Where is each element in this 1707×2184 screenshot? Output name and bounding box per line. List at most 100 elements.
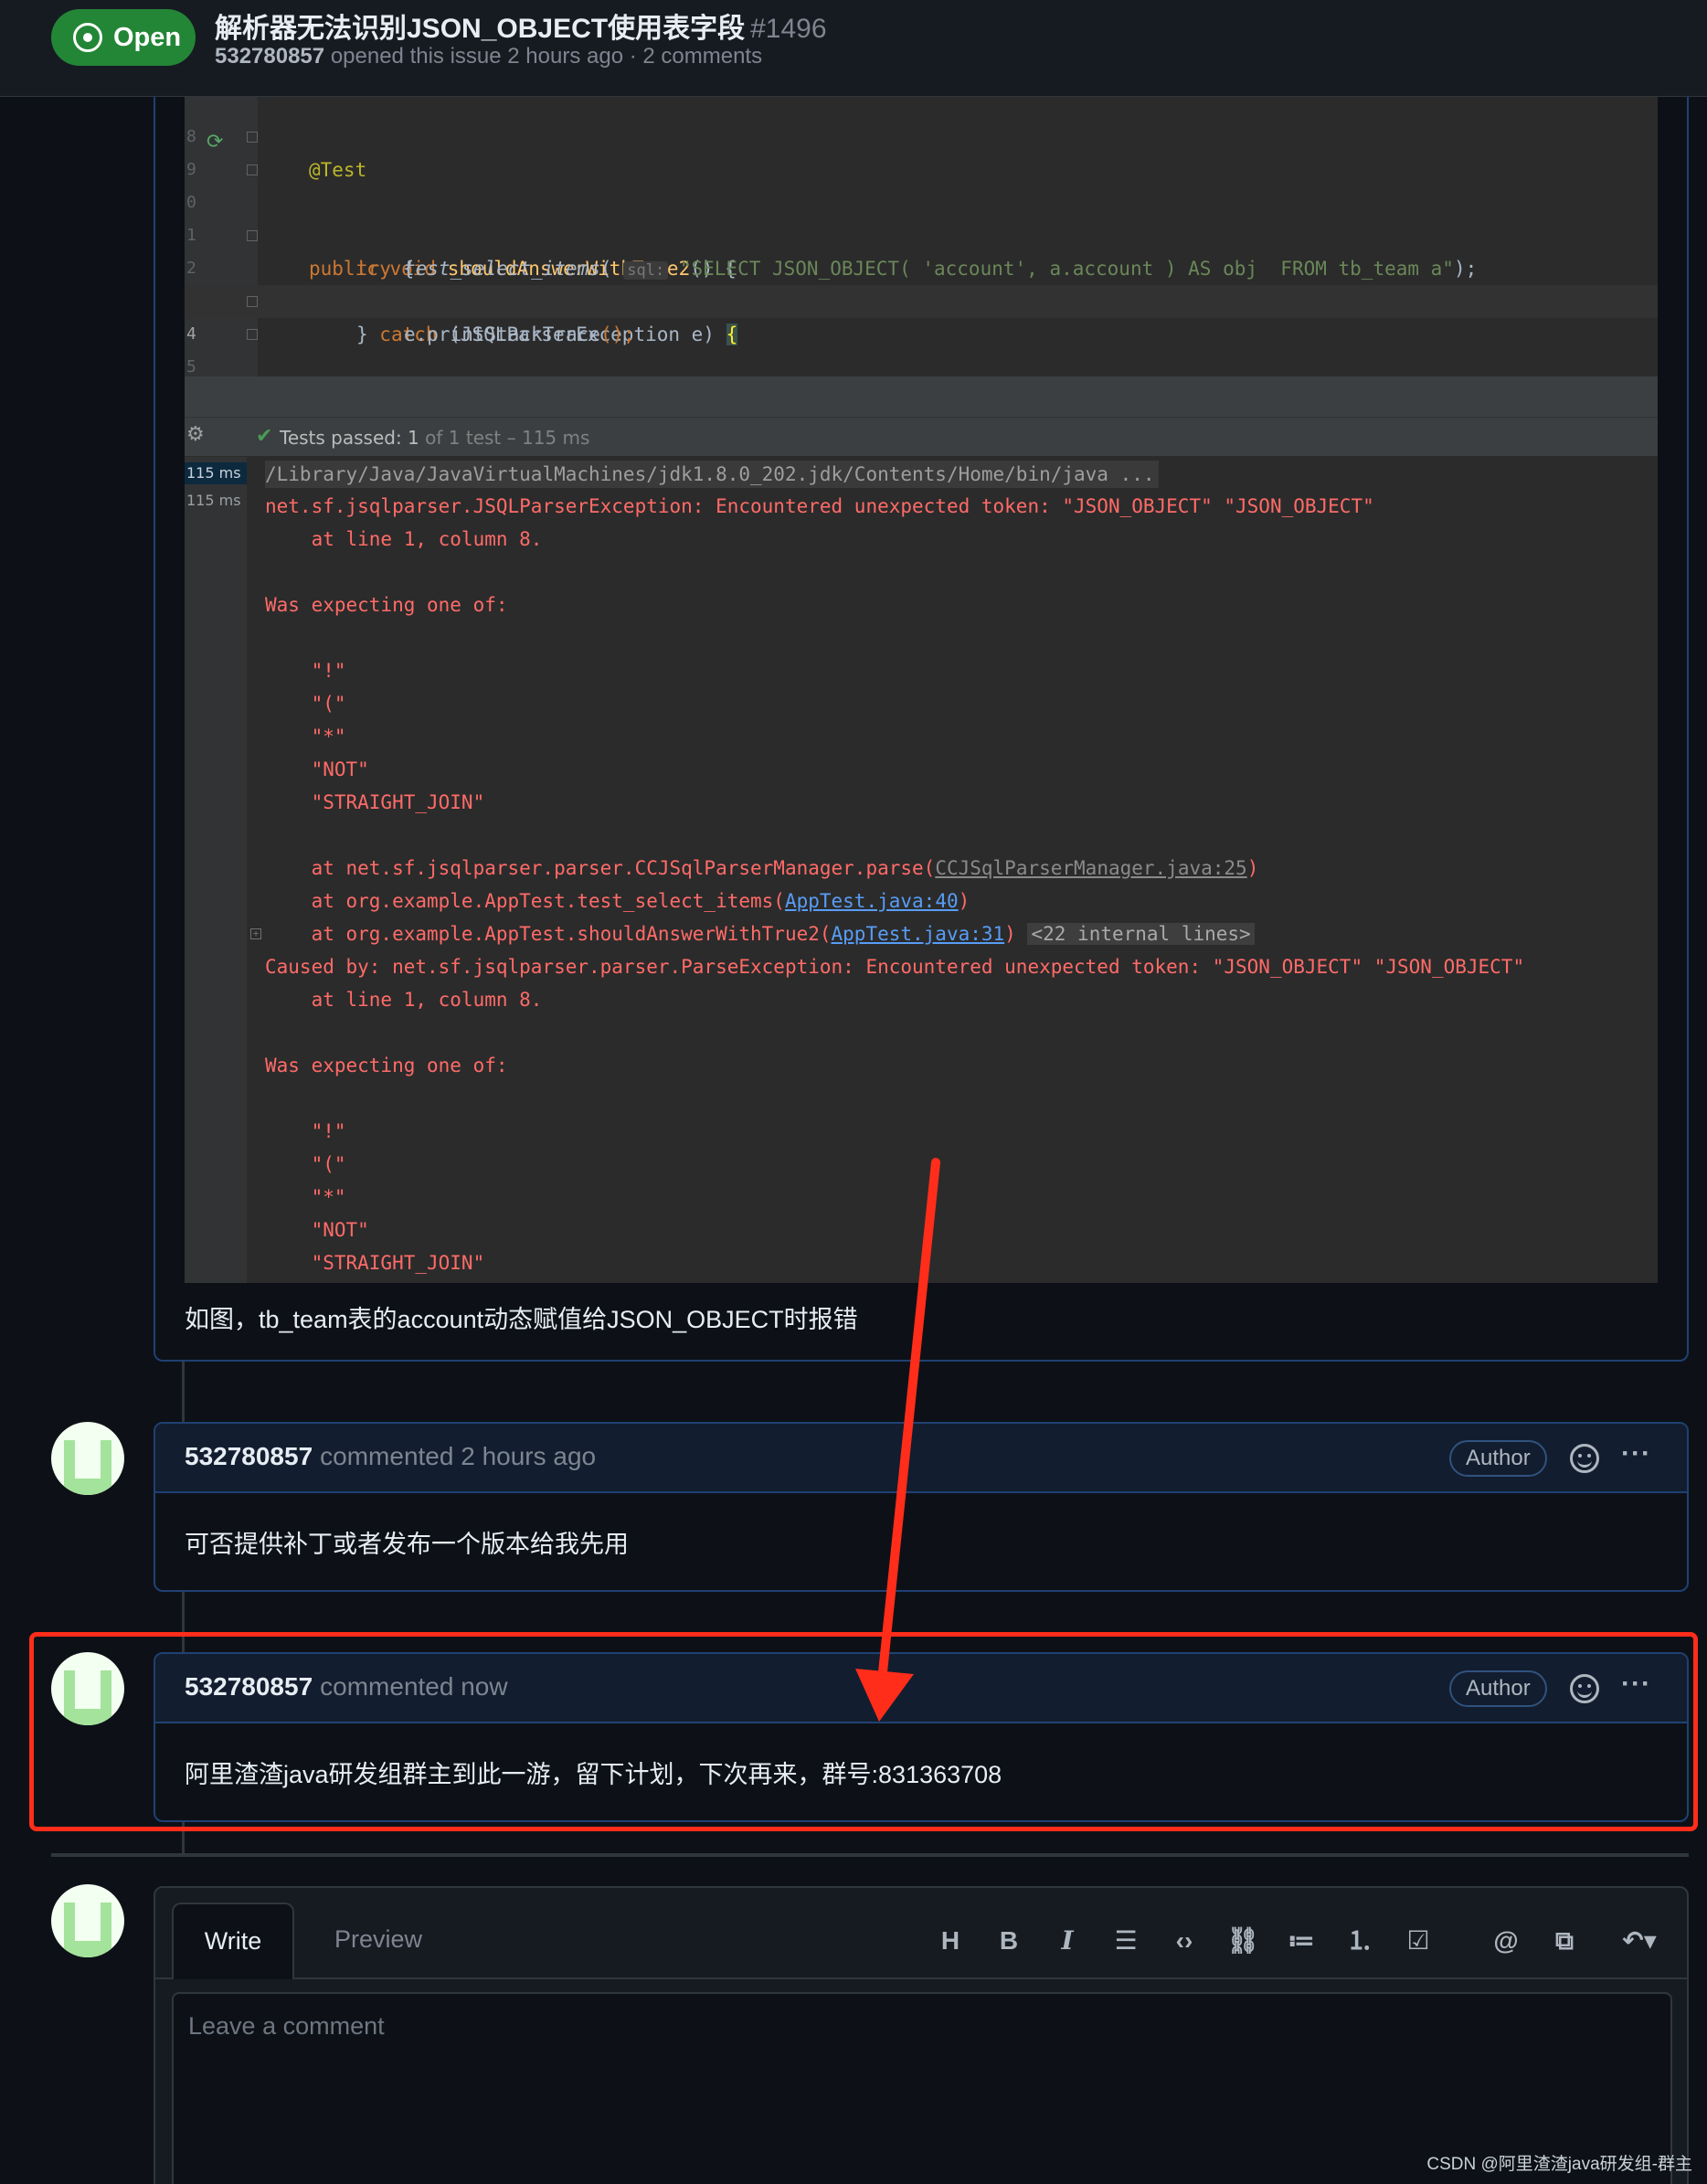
code-line: 3 e.printStackTrace(); [185, 252, 1658, 345]
fold-marker-icon[interactable] [247, 329, 258, 340]
comment-author-link[interactable]: 532780857 [185, 1672, 313, 1701]
mention-icon[interactable]: @ [1486, 1921, 1526, 1961]
code-line: 2 } catch (JSQLParserException e) { [185, 219, 1658, 345]
console-error-line: "*" [265, 726, 346, 747]
kebab-menu-icon[interactable]: ··· [1621, 1669, 1651, 1700]
reference-icon[interactable]: ⧉ [1544, 1921, 1585, 1961]
issue-author-link[interactable]: 532780857 [215, 44, 324, 69]
issue-meta-text: opened this issue 2 hours ago · 2 commen… [330, 44, 763, 69]
fold-marker-icon[interactable] [247, 230, 258, 241]
issue-open-icon [73, 23, 102, 52]
console-error-line: "!" [265, 1120, 346, 1142]
numbered-list-icon[interactable]: ⒈ [1340, 1921, 1380, 1961]
avatar-identicon [64, 1903, 111, 1957]
avatar[interactable] [51, 1884, 124, 1957]
code-line: 8 @Test [185, 97, 1658, 181]
console-error-line: "STRAIGHT_JOIN" [265, 791, 485, 813]
console-error-line: "STRAIGHT_JOIN" [265, 1252, 485, 1274]
stack-frame: ) [1246, 857, 1259, 879]
comment-author-link[interactable]: 532780857 [185, 1442, 313, 1470]
stack-frame: at net.sf.jsqlparser.parser.CCJSqlParser… [265, 857, 936, 879]
comment-body: 可否提供补丁或者发布一个版本给我先用 [185, 1531, 629, 1558]
issue-number: #1496 [750, 14, 827, 44]
smiley-icon[interactable] [1570, 1674, 1599, 1703]
fold-marker-icon[interactable] [247, 296, 258, 307]
avatar[interactable] [51, 1652, 124, 1725]
code-icon[interactable]: ‹› [1164, 1921, 1204, 1961]
bulleted-list-icon[interactable]: ≔ [1281, 1921, 1321, 1961]
ide-panel-divider [185, 376, 1658, 417]
console-error-line: "NOT" [265, 1219, 369, 1241]
link-icon[interactable]: ⛓ [1223, 1921, 1263, 1961]
comment-header: 532780857 commented now Author ··· [155, 1654, 1687, 1723]
expand-plus-icon[interactable]: + [250, 928, 261, 939]
task-list-icon[interactable]: ☑ [1398, 1921, 1438, 1961]
gear-icon[interactable]: ⚙ [186, 425, 207, 445]
code-line: 9 ⟳ public void shouldAnswerWithTrue2() … [185, 121, 1658, 280]
kebab-menu-icon[interactable]: ··· [1621, 1438, 1651, 1469]
timeline-comment: 532780857 commented now Author ··· 阿里渣渣ja… [154, 1652, 1689, 1822]
quote-icon[interactable]: ☰ [1106, 1921, 1146, 1961]
new-comment-form: Write Preview H B I ☰ ‹› ⛓ ≔ ⒈ ☑ @ ⧉ ↶▾ [154, 1886, 1689, 2184]
console-gutter [185, 457, 247, 1283]
tab-preview[interactable]: Preview [334, 1903, 422, 1979]
issue-meta: 532780857 opened this issue 2 hours ago … [215, 44, 762, 69]
stack-frame: at org.example.AppTest.shouldAnswerWithT… [265, 923, 832, 945]
console-error-line: Caused by: net.sf.jsqlparser.parser.Pars… [265, 956, 1525, 978]
stack-trace-line: at org.example.AppTest.shouldAnswerWithT… [265, 917, 1255, 950]
time-badge[interactable]: 115 ms [185, 490, 247, 512]
console-error-line: "NOT" [265, 758, 369, 780]
smiley-icon[interactable] [1570, 1444, 1599, 1473]
stack-frame: ) [1004, 923, 1016, 945]
avatar-identicon [64, 1440, 111, 1495]
comment-timestamp[interactable]: commented now [320, 1672, 507, 1701]
ide-screenshot: 8 @Test 9 ⟳ public void shouldAnswerWith… [185, 97, 1658, 1283]
tab-write[interactable]: Write [172, 1903, 294, 1979]
console-command: /Library/Java/JavaVirtualMachines/jdk1.8… [265, 461, 1159, 488]
comment-author: 532780857 commented now [185, 1672, 508, 1702]
comment-body: 阿里渣渣java研发组群主到此一游，留下计划，下次再来，群号:831363708 [185, 1761, 1002, 1788]
time-badge[interactable]: 115 ms [185, 462, 247, 484]
stack-source-link[interactable]: CCJSqlParserManager.java:25 [935, 857, 1246, 879]
timeline-comment: 532780857 commented 2 hours ago Author ··… [154, 1422, 1689, 1592]
comment-author: 532780857 commented 2 hours ago [185, 1442, 596, 1471]
issue-title-text: 解析器无法识别JSON_OBJECT使用表字段 [215, 14, 746, 44]
issue-body-text: 如图，tb_team表的account动态赋值给JSON_OBJECT时报错 [185, 1306, 858, 1333]
test-run-status: Tests passed: 1 of 1 test – 115 ms [280, 427, 589, 449]
timeline-divider [51, 1853, 1689, 1857]
bold-icon[interactable]: B [989, 1921, 1029, 1961]
code-line-current: 4 } [185, 285, 1658, 417]
comment-timestamp[interactable]: commented 2 hours ago [320, 1442, 596, 1470]
fold-marker-icon[interactable] [247, 164, 258, 175]
console-error-line: net.sf.jsqlparser.JSQLParserException: E… [265, 495, 1374, 517]
console-error-line: "*" [265, 1186, 346, 1208]
issue-header: Open 解析器无法识别JSON_OBJECT使用表字段 #1496 532780… [0, 0, 1707, 97]
run-console: 115 ms 115 ms /Library/Java/JavaVirtualM… [185, 457, 1658, 1283]
stack-trace-line: at net.sf.jsqlparser.parser.CCJSqlParser… [265, 852, 1259, 885]
code-line: 1 test_select_items( sql: "SELECT JSON_O… [185, 186, 1658, 280]
reply-icon[interactable]: ↶▾ [1610, 1921, 1669, 1961]
avatar[interactable] [51, 1422, 124, 1495]
stack-source-link[interactable]: AppTest.java:40 [785, 890, 959, 912]
check-icon: ✔ [256, 425, 273, 448]
fold-marker-icon[interactable] [247, 132, 258, 143]
tests-passed-label: Tests passed: 1 [280, 427, 419, 449]
issue-title: 解析器无法识别JSON_OBJECT使用表字段 #1496 [215, 5, 827, 46]
console-error-line: at line 1, column 8. [265, 989, 543, 1011]
watermark-text: CSDN @阿里渣渣java研发组-群主 [1426, 2155, 1692, 2174]
stack-frame: at org.example.AppTest.test_select_items… [265, 890, 785, 912]
test-run-bar: ⚙ ✔ Tests passed: 1 of 1 test – 115 ms [185, 417, 1658, 457]
console-error-line: Was expecting one of: [265, 594, 508, 616]
console-error-line: "(" [265, 693, 346, 715]
author-badge: Author [1449, 1670, 1547, 1707]
stack-frame: ) [958, 890, 970, 912]
code-line: 5 } [185, 318, 1658, 444]
stack-trace-line: at org.example.AppTest.test_select_items… [265, 885, 970, 917]
italic-icon[interactable]: I [1047, 1921, 1087, 1961]
heading-icon[interactable]: H [930, 1921, 970, 1961]
console-error-line: Was expecting one of: [265, 1055, 508, 1076]
state-badge-open: Open [51, 9, 196, 66]
issue-body-comment: 8 @Test 9 ⟳ public void shouldAnswerWith… [154, 37, 1689, 1362]
internal-lines-fold[interactable]: <22 internal lines> [1027, 923, 1255, 945]
stack-source-link[interactable]: AppTest.java:31 [832, 923, 1005, 945]
